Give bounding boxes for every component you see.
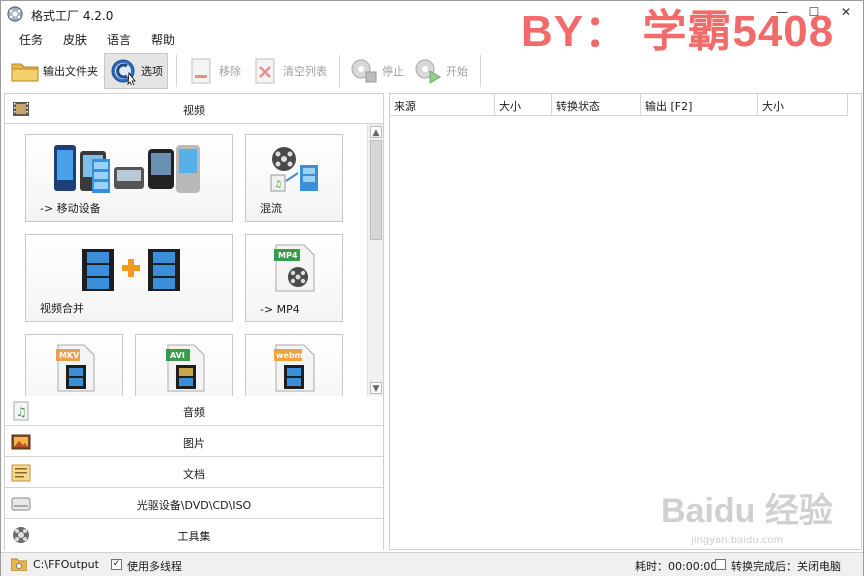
tile-mobile-device[interactable]: -> 移动设备	[25, 134, 233, 222]
tools-category-label: 工具集	[177, 530, 211, 543]
scroll-thumb[interactable]	[370, 140, 382, 240]
category-picture[interactable]: 图片	[5, 427, 383, 457]
menu-bar: 任务 皮肤 语言 帮助	[9, 29, 185, 49]
column-status[interactable]: 转换状态	[552, 94, 641, 116]
scroll-up-icon[interactable]: ▲	[370, 126, 382, 138]
options-button[interactable]: 选项	[104, 53, 168, 89]
maximize-button[interactable]: ☐	[805, 3, 823, 21]
menu-language[interactable]: 语言	[97, 29, 141, 49]
scroll-down-icon[interactable]: ▼	[370, 382, 382, 394]
shutdown-checkbox[interactable]	[715, 559, 726, 570]
video-category-label: 视频	[183, 104, 205, 117]
audio-category-label: 音频	[183, 406, 205, 419]
menu-help[interactable]: 帮助	[141, 29, 185, 49]
toolbar: 输出文件夹 选项 移除 清空列表 停止 开始	[7, 51, 857, 91]
tile-mkv[interactable]: MKV	[25, 334, 123, 396]
baidu-watermark: Baidu 经验	[661, 492, 833, 530]
start-icon	[414, 57, 442, 85]
toolbar-separator	[339, 55, 340, 87]
picture-category-label: 图片	[183, 437, 205, 450]
app-window: 格式工厂 4.2.0 BY： 学霸5408 — ☐ ✕ 任务 皮肤 语言 帮助 …	[0, 0, 864, 576]
stop-label: 停止	[382, 65, 404, 78]
menu-task[interactable]: 任务	[9, 29, 53, 49]
stop-button[interactable]: 停止	[346, 53, 408, 89]
tile-webm[interactable]: webm	[245, 334, 343, 396]
tile-video-join[interactable]: 视频合并	[25, 234, 233, 322]
clear-list-label: 清空列表	[283, 65, 327, 78]
clear-list-button[interactable]: 清空列表	[247, 53, 331, 89]
category-tools[interactable]: 工具集	[5, 520, 383, 550]
tile-join-label: 视频合并	[40, 302, 84, 315]
mp4-badge: MP4	[278, 251, 298, 260]
category-video[interactable]: 视频	[5, 94, 383, 124]
tile-mobile-label: -> 移动设备	[40, 202, 101, 215]
output-path[interactable]: C:\FFOutput	[33, 558, 99, 571]
remove-button[interactable]: 移除	[183, 53, 245, 89]
mp4-file-icon: MP4	[274, 244, 315, 292]
column-output[interactable]: 输出 [F2]	[641, 94, 758, 116]
output-folder-button[interactable]: 输出文件夹	[7, 53, 102, 89]
elapsed-time: 耗时：00:00:00	[635, 560, 718, 573]
tile-mux[interactable]: ♫ 混流	[245, 134, 343, 222]
category-rom-device[interactable]: 光驱设备\DVD\CD\ISO	[5, 489, 383, 519]
avi-badge: AVI	[170, 351, 185, 360]
after-done-label: 转换完成后：关闭电脑	[731, 560, 841, 573]
video-join-icon	[82, 249, 180, 291]
tile-mp4-label: -> MP4	[260, 303, 300, 316]
toolbar-separator	[480, 55, 481, 87]
options-label: 选项	[141, 65, 163, 78]
tile-avi[interactable]: AVI	[135, 334, 233, 396]
category-panel: 视频 -> 移动设备 ♫ 混流 视频合并 MP4 -> MP4 MKV AVI …	[4, 93, 384, 550]
output-folder-label: 输出文件夹	[43, 65, 98, 78]
format-factory-icon	[6, 5, 24, 23]
document-category-label: 文档	[183, 468, 205, 481]
window-title: 格式工厂 4.2.0	[31, 9, 114, 23]
gear-icon	[109, 57, 137, 85]
multithread-label: 使用多线程	[127, 560, 182, 573]
webm-file-icon: webm	[274, 344, 315, 392]
toolbar-separator	[176, 55, 177, 87]
svg-text:♫: ♫	[274, 180, 282, 190]
tile-mux-label: 混流	[260, 202, 282, 215]
tiles-scrollbar[interactable]: ▲ ▼	[367, 124, 383, 396]
tile-mp4[interactable]: MP4 -> MP4	[245, 234, 343, 322]
mkv-badge: MKV	[59, 351, 80, 360]
close-button[interactable]: ✕	[837, 3, 855, 21]
mkv-file-icon: MKV	[56, 344, 95, 392]
baidu-url: jingyan.baidu.com	[691, 535, 784, 546]
minimize-button[interactable]: —	[773, 3, 791, 21]
avi-file-icon: AVI	[166, 344, 205, 392]
mobile-devices-icon	[54, 145, 200, 193]
column-size[interactable]: 大小	[495, 94, 552, 116]
start-button[interactable]: 开始	[410, 53, 472, 89]
task-list[interactable]: 来源 大小 转换状态 输出 [F2] 大小	[389, 93, 862, 550]
category-audio[interactable]: ♫ 音频	[5, 396, 383, 426]
clear-icon	[251, 57, 279, 85]
stop-icon	[350, 57, 378, 85]
mux-icon: ♫	[270, 147, 318, 192]
status-bar: C:\FFOutput ✓ 使用多线程 耗时：00:00:00 转换完成后：关闭…	[1, 552, 863, 576]
video-tiles: -> 移动设备 ♫ 混流 视频合并 MP4 -> MP4 MKV AVI web…	[5, 124, 367, 396]
folder-icon	[11, 57, 39, 85]
rom-category-label: 光驱设备\DVD\CD\ISO	[136, 499, 252, 512]
column-source[interactable]: 来源	[390, 94, 495, 116]
menu-skin[interactable]: 皮肤	[53, 29, 97, 49]
window-controls: — ☐ ✕	[773, 3, 855, 23]
remove-icon	[187, 57, 215, 85]
webm-badge: webm	[276, 351, 303, 360]
title-bar: 格式工厂 4.2.0 BY： 学霸5408 — ☐ ✕	[1, 1, 863, 56]
folder-icon[interactable]	[10, 557, 28, 572]
start-label: 开始	[446, 65, 468, 78]
remove-label: 移除	[219, 65, 241, 78]
category-document[interactable]: 文档	[5, 458, 383, 488]
column-output-size[interactable]: 大小	[758, 94, 848, 116]
multithread-checkbox[interactable]: ✓	[111, 559, 122, 570]
